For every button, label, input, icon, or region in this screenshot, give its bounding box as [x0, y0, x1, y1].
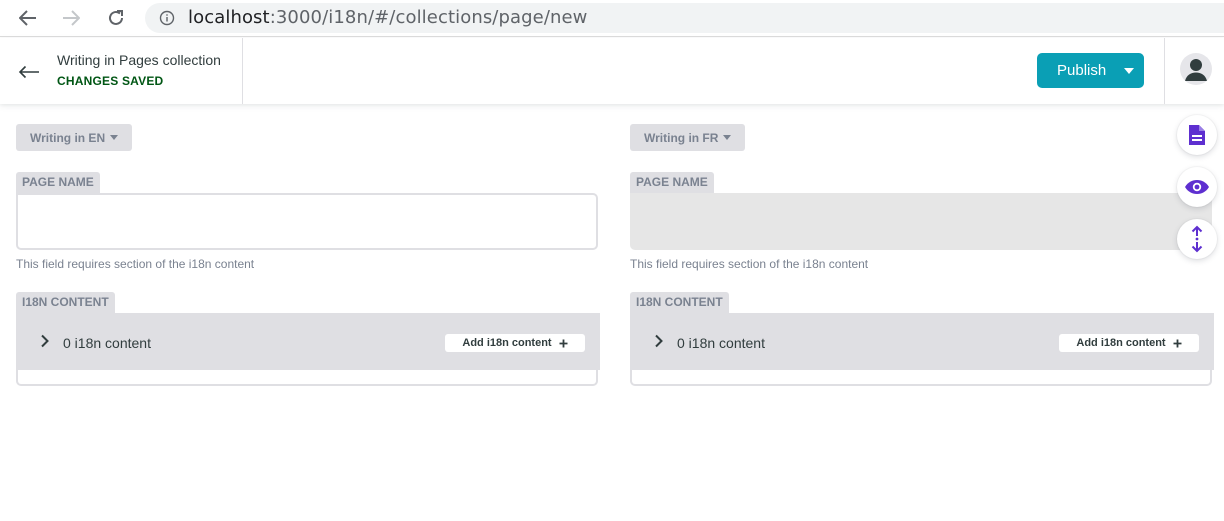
- add-label: Add i18n content: [1076, 337, 1166, 349]
- field-hint: This field requires section of the i18n …: [16, 257, 255, 271]
- add-i18n-content-button[interactable]: Add i18n content: [445, 334, 585, 352]
- sync-scroll-button[interactable]: [1177, 219, 1217, 259]
- divider: [1164, 38, 1165, 104]
- locale-label: Writing in FR: [644, 130, 719, 145]
- header-titles: Writing in Pages collection CHANGES SAVE…: [57, 52, 221, 88]
- publish-button[interactable]: Publish: [1037, 53, 1144, 88]
- add-i18n-content-button[interactable]: Add i18n content: [1059, 334, 1199, 352]
- i18n-content-label: I18N CONTENT: [630, 292, 729, 313]
- add-label: Add i18n content: [462, 337, 552, 349]
- locale-dropdown-fr[interactable]: Writing in FR: [630, 124, 746, 151]
- plus-icon: [559, 339, 568, 347]
- eye-icon: [1185, 180, 1209, 194]
- avatar[interactable]: [1180, 53, 1212, 85]
- chevron-right-icon[interactable]: [40, 334, 50, 348]
- field-hint: This field requires section of the i18n …: [630, 257, 869, 271]
- toggle-visibility-button[interactable]: [1177, 167, 1217, 207]
- save-status: CHANGES SAVED: [57, 74, 164, 88]
- i18n-content-list: 0 i18n content Add i18n content: [630, 313, 1214, 386]
- i18n-content-count: 0 i18n content: [63, 335, 151, 351]
- url-path: :3000/i18n/#/collections/page/new: [269, 7, 588, 28]
- browser-toolbar: localhost:3000/i18n/#/collections/page/n…: [0, 0, 1224, 37]
- app-header: Writing in Pages collection CHANGES SAVE…: [0, 38, 1224, 104]
- caret-down-icon: [110, 135, 119, 140]
- editor-main: Writing in EN PAGE NAME This field requi…: [0, 104, 1224, 521]
- i18n-content-label: I18N CONTENT: [16, 292, 115, 313]
- arrow-left-icon: [19, 10, 36, 26]
- toggle-preview-button[interactable]: [1177, 115, 1217, 155]
- publish-label: Publish: [1057, 62, 1107, 79]
- i18n-content-list-header[interactable]: 0 i18n content Add i18n content: [632, 313, 1214, 370]
- user-icon: [1185, 59, 1207, 81]
- page-title: Writing in Pages collection: [57, 52, 221, 68]
- locale-dropdown-en[interactable]: Writing in EN: [16, 124, 133, 151]
- page-name-label: PAGE NAME: [630, 172, 714, 193]
- page-name-label: PAGE NAME: [16, 172, 100, 193]
- plus-icon: [1173, 339, 1182, 347]
- sync-scroll-icon: [1191, 225, 1203, 253]
- i18n-content-list-header[interactable]: 0 i18n content Add i18n content: [18, 313, 600, 370]
- url-host: localhost: [188, 7, 270, 28]
- caret-down-icon: [723, 135, 732, 140]
- page-name-input[interactable]: [16, 193, 598, 250]
- caret-down-icon[interactable]: [1124, 68, 1134, 74]
- arrow-left-icon: [18, 65, 39, 79]
- url-text: localhost:3000/i18n/#/collections/page/n…: [188, 7, 588, 28]
- chevron-right-icon[interactable]: [654, 334, 664, 348]
- page-name-input-readonly: [630, 193, 1212, 250]
- browser-back-button[interactable]: [16, 6, 40, 30]
- browser-forward-button[interactable]: [59, 6, 83, 30]
- back-button[interactable]: [18, 60, 42, 82]
- arrow-right-icon: [63, 10, 80, 26]
- browser-reload-button[interactable]: [104, 6, 128, 30]
- i18n-content-list: 0 i18n content Add i18n content: [16, 313, 600, 386]
- i18n-content-count: 0 i18n content: [677, 335, 765, 351]
- address-bar[interactable]: localhost:3000/i18n/#/collections/page/n…: [145, 3, 1224, 33]
- document-icon: [1189, 125, 1205, 145]
- divider: [242, 38, 243, 104]
- editor-side-actions: [1177, 115, 1217, 265]
- info-icon[interactable]: [159, 10, 175, 26]
- locale-label: Writing in EN: [30, 130, 106, 145]
- reload-icon: [109, 10, 123, 25]
